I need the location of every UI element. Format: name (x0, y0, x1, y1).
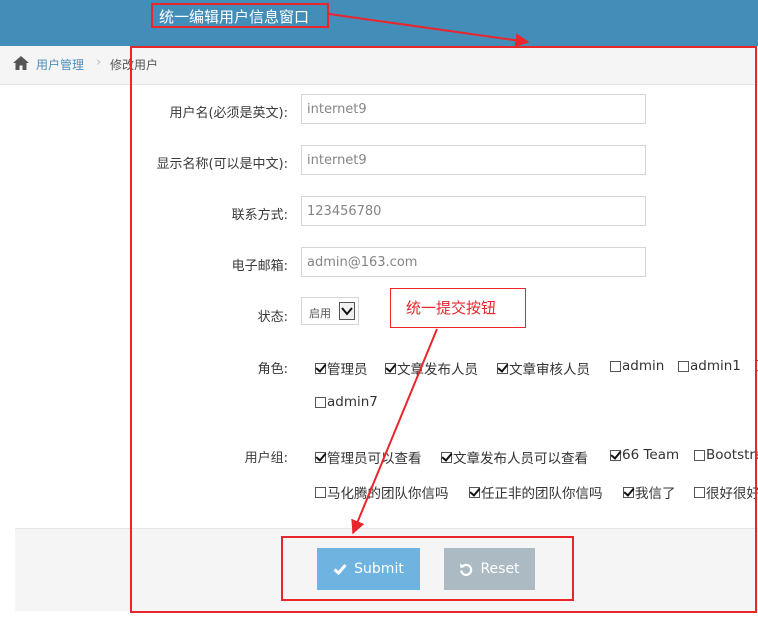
annotation-arrows (328, 13, 530, 535)
arrow-to-window (328, 13, 530, 48)
arrow-to-submit (351, 328, 438, 535)
